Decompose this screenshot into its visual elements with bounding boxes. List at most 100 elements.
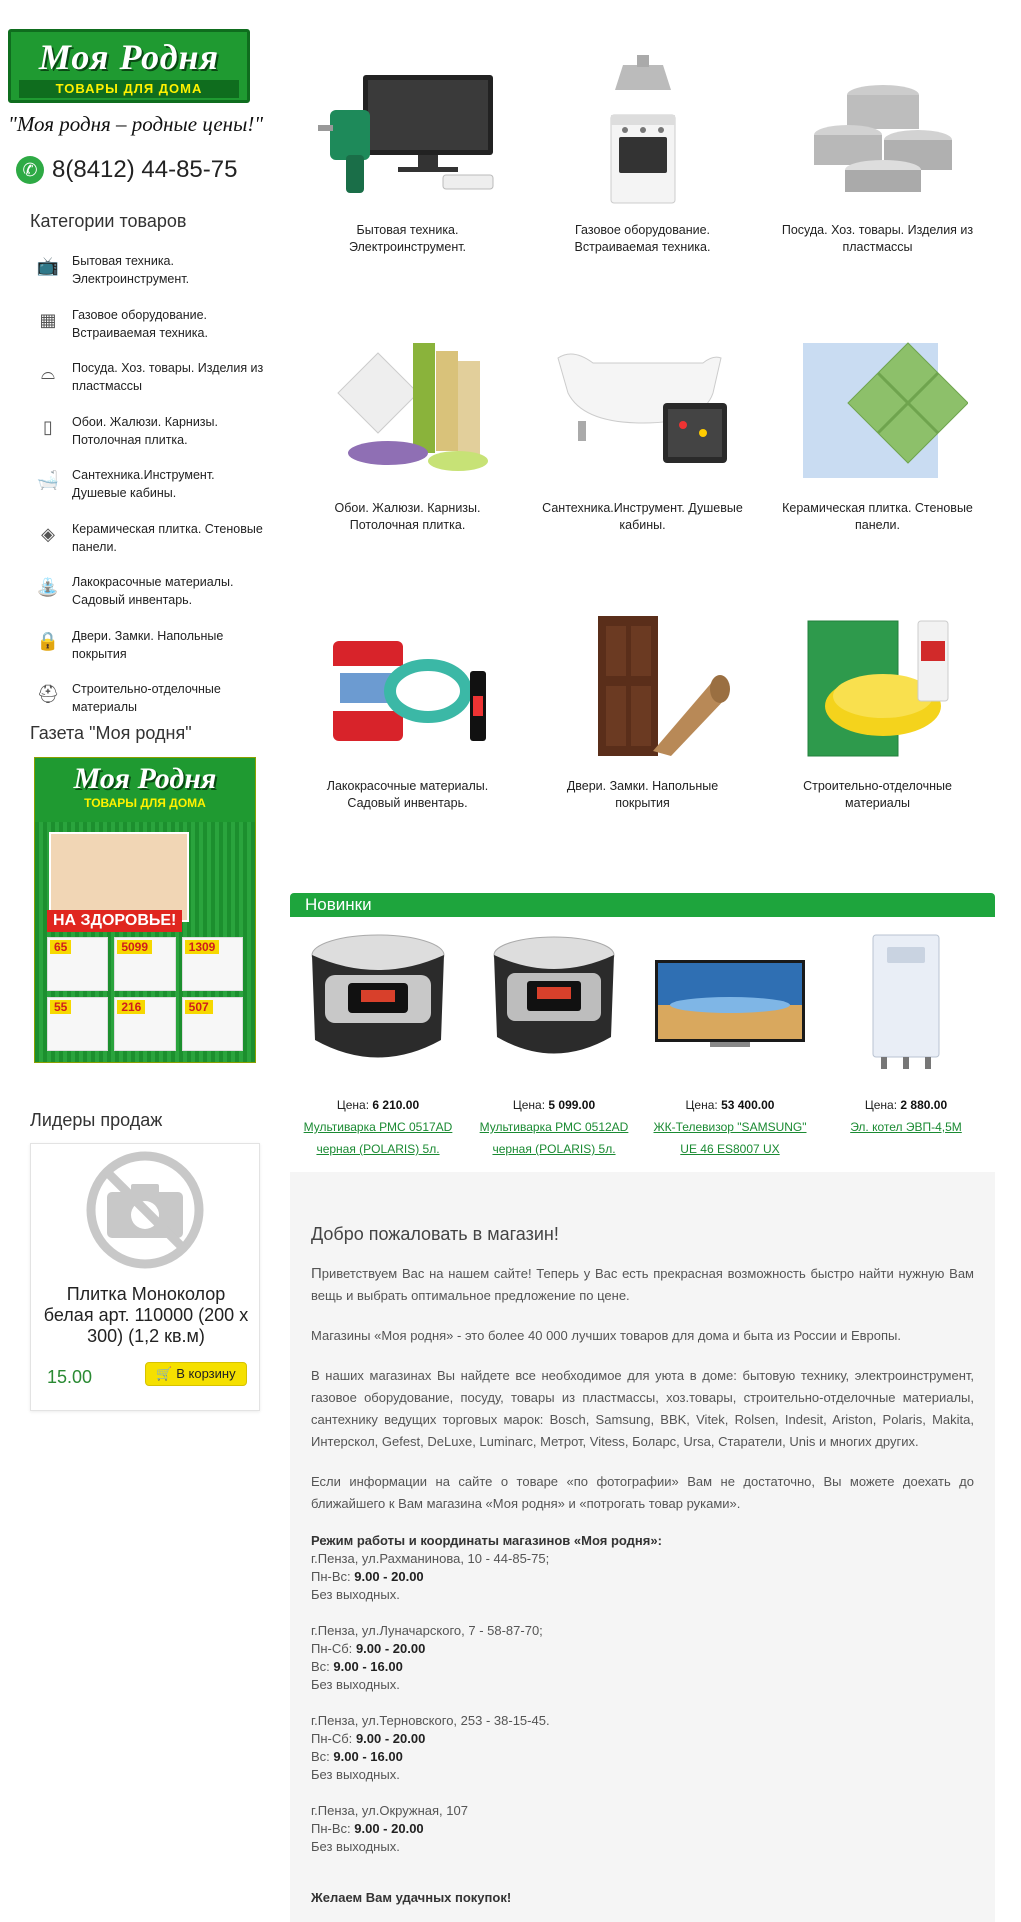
shop-days: Пн-Вс: [311,1569,351,1584]
category-card-appliances[interactable]: Бытовая техника. Электроинструмент. [290,40,525,318]
new-item-card: Цена: 53 400.00 ЖК-Телевизор "SAMSUNG" U… [642,925,818,1160]
category-card-label: Лакокрасочные материалы. Садовый инвента… [326,779,489,810]
category-card-paint[interactable]: Лакокрасочные материалы. Садовый инвента… [290,596,525,874]
new-items-header: Новинки [290,893,995,917]
category-card-wallpaper[interactable]: Обои. Жалюзи. Карнизы. Потолочная плитка… [290,318,525,596]
newspaper-sub: ТОВАРЫ ДЛЯ ДОМА [84,796,206,810]
sidebar-item-wallpaper[interactable]: ▯ Обои. Жалюзи. Карнизы. Потолочная плит… [34,413,264,467]
shop-address: г.Пенза, ул.Окружная, 107 [311,1803,468,1818]
category-card-tiles[interactable]: Керамическая плитка. Стеновые панели. [760,318,995,596]
sidebar: Моя Родня ТОВАРЫ ДЛЯ ДОМА "Моя родня – р… [0,0,275,1922]
shop-note: Без выходных. [311,1677,400,1692]
offer-price: 55 [50,1000,72,1014]
category-card-label: Керамическая плитка. Стеновые панели. [782,501,973,532]
wallpaper-image [336,343,488,471]
sidebar-item-label: Двери. Замки. Напольные покрытия [72,628,224,661]
multicooker-image [493,936,615,1054]
newspaper-title: Газета "Моя родня" [30,723,192,743]
sidebar-item-doors[interactable]: 🔒 Двери. Замки. Напольные покрытия [34,627,264,681]
sidebar-item-paint[interactable]: ⛲ Лакокрасочные материалы. Садовый инвен… [34,573,264,627]
new-item-link[interactable]: ЖК-Телевизор "SAMSUNG" UE 46 ES8007 UX [642,1116,818,1160]
lock-icon: 🔒 [36,630,60,651]
newspaper-offer: 507 [181,997,243,1051]
price-value: 6 210.00 [372,1098,420,1112]
leader-product-price: 15.00 [47,1367,93,1387]
offer-price: 5099 [117,940,153,954]
shop-time: 9.00 - 20.00 [354,1821,424,1836]
category-card-label: Строительно-отделочные материалы [803,779,952,810]
new-item-link[interactable]: Мультиварка РМС 0517AD черная (POLARIS) … [290,1116,466,1160]
sidebar-item-label: Строительно-отделочные материалы [72,682,221,714]
newspaper-body: НА ЗДОРОВЬЕ! 65 5099 1309 55 216 507 [35,822,255,1062]
offer-price: 1309 [184,940,220,954]
sidebar-item-label: Сантехника.Инструмент. Душевые кабины. [72,468,215,500]
shop-info: г.Пенза, ул.Окружная, 107 Пн-Вс: 9.00 - … [311,1802,974,1856]
shop-hours: Вс: 9.00 - 16.00 [311,1658,974,1676]
new-item-price: Цена: 2 880.00 [818,1098,994,1112]
new-item-price: Цена: 5 099.00 [466,1098,642,1112]
shop-days: Вс: [311,1659,330,1674]
category-card-label: Обои. Жалюзи. Карнизы. Потолочная плитка… [334,501,481,532]
category-card-plumbing[interactable]: Сантехника.Инструмент. Душевые кабины. [525,318,760,596]
stove-icon: ▦ [39,309,57,330]
category-card-dishes[interactable]: Посуда. Хоз. товары. Изделия из пластмас… [760,40,995,318]
watering-can-icon: ⛲ [36,577,60,597]
add-to-cart-label: В корзину [176,1366,236,1381]
shop-info: г.Пенза, ул.Терновского, 253 - 38-15-45.… [311,1712,974,1784]
shop-time: 9.00 - 20.00 [355,1641,426,1656]
category-card-label: Двери. Замки. Напольные покрытия [566,779,719,810]
category-card-label: Газовое оборудование. Встраиваемая техни… [574,223,711,254]
sidebar-item-appliances[interactable]: 📺 Бытовая техника. Электроинструмент. [34,252,264,306]
price-value: 53 400.00 [721,1098,775,1112]
pot-icon: ⌓ [40,363,56,383]
welcome-paragraph: В наших магазинах Вы найдете все необход… [311,1368,974,1449]
new-item-link[interactable]: Мультиварка РМС 0512AD черная (POLARIS) … [466,1116,642,1160]
sidebar-item-gas[interactable]: ▦ Газовое оборудование. Встраиваемая тех… [34,306,264,360]
leader-product-card: Плитка Моноколор белая арт. 110000 (200 … [30,1143,260,1411]
multicooker-image [311,934,445,1058]
boiler-image [872,934,940,1069]
shop-days: Пн-Вс: [311,1821,351,1836]
tv-icon: 📺 [36,256,60,276]
shop-hours: Пн-Сб: 9.00 - 20.00 [311,1730,974,1748]
phone-block: ✆ 8(8412) 44-85-75 [16,155,237,185]
shop-time: 9.00 - 16.00 [333,1659,403,1674]
sidebar-item-tiles[interactable]: ◈ Керамическая плитка. Стеновые панели. [34,520,264,574]
shop-time: 9.00 - 20.00 [355,1731,426,1746]
category-card-gas[interactable]: Газовое оборудование. Встраиваемая техни… [525,40,760,318]
leader-product-title[interactable]: Плитка Моноколор белая арт. 110000 (200 … [41,1284,251,1347]
category-card-label: Посуда. Хоз. товары. Изделия из пластмас… [781,223,974,254]
category-grid: Бытовая техника. Электроинструмент. Газо… [290,40,995,874]
new-item-link[interactable]: Эл. котел ЭВП-4,5М [818,1116,994,1138]
category-card-doors[interactable]: Двери. Замки. Напольные покрытия [525,596,760,874]
farewell-text: Желаем Вам удачных покупок! [311,1890,512,1905]
shop-note: Без выходных. [311,1767,400,1782]
category-menu: 📺 Бытовая техника. Электроинструмент. ▦ … [34,252,264,734]
add-to-cart-button[interactable]: 🛒 В корзину [145,1362,247,1386]
newspaper-photo [49,832,189,922]
paint-image [332,641,486,741]
offer-price: 507 [184,1000,213,1014]
welcome-section: Добро пожаловать в магазин! Приветствуем… [290,1172,995,1922]
new-item-card: Цена: 6 210.00 Мультиварка РМС 0517AD че… [290,925,466,1160]
new-item-price: Цена: 6 210.00 [290,1098,466,1112]
offer-price: 216 [117,1000,146,1014]
gas-stove-image [610,55,675,204]
shop-address: г.Пенза, ул.Рахманинова, 10 - 44-85-75; [311,1551,550,1566]
newspaper-cover[interactable]: Моя Родня ТОВАРЫ ДЛЯ ДОМА НА ЗДОРОВЬЕ! 6… [34,757,256,1063]
shop-note: Без выходных. [311,1839,400,1854]
phone-number: 8(8412) 44-85-75 [52,156,238,183]
tv-image [655,960,805,1047]
sidebar-item-plumbing[interactable]: 🛁 Сантехника.Инструмент. Душевые кабины. [34,466,264,520]
sidebar-item-label: Посуда. Хоз. товары. Изделия из пластмас… [72,361,264,393]
price-label: Цена: [864,1098,898,1112]
category-card-building[interactable]: Строительно-отделочные материалы [760,596,995,874]
newspaper-offer: 216 [114,997,176,1051]
cookware-image [813,85,952,192]
shop-hours: Пн-Вс: 9.00 - 20.00 [311,1820,974,1838]
welcome-paragraph: Если информации на сайте о товаре «по фо… [311,1474,974,1511]
sidebar-item-dishes[interactable]: ⌓ Посуда. Хоз. товары. Изделия из пластм… [34,359,264,413]
newspaper-header: Моя Родня ТОВАРЫ ДЛЯ ДОМА [35,758,255,822]
bathtub-image [556,353,727,463]
site-logo[interactable]: Моя Родня ТОВАРЫ ДЛЯ ДОМА [8,29,250,103]
